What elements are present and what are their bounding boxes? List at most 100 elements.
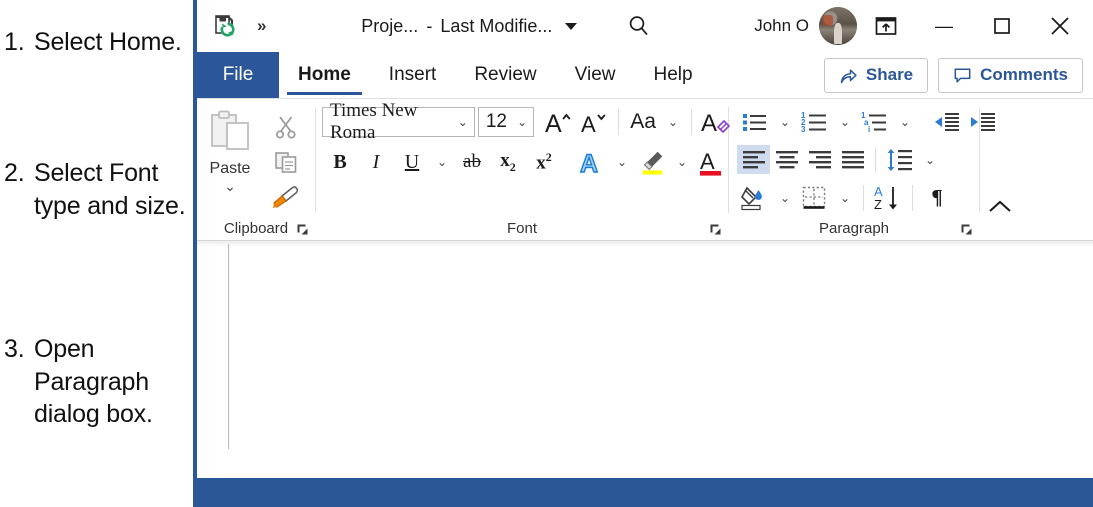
font-group-footer: Font xyxy=(316,215,728,241)
strikethrough-button[interactable]: ab xyxy=(454,146,490,178)
divider xyxy=(618,109,620,135)
step-text: Select Font type and size. xyxy=(34,159,186,220)
chevron-down-icon[interactable]: ⌄ xyxy=(918,144,942,176)
subscript-index: 2 xyxy=(509,159,516,174)
chevron-down-icon[interactable]: ⌄ xyxy=(458,115,468,130)
tab-help[interactable]: Help xyxy=(634,52,711,98)
last-modified-label: Last Modifie... xyxy=(440,15,553,36)
font-color-icon[interactable]: A xyxy=(694,146,730,178)
ribbon-group-font: Times New Roma ⌄ 12 ⌄ A A Aa ⌄ A B I U ⌄… xyxy=(316,99,747,241)
align-right-icon[interactable] xyxy=(803,145,836,174)
divider xyxy=(863,184,864,211)
tab-insert[interactable]: Insert xyxy=(370,52,456,98)
chevron-down-icon[interactable]: ⌄ xyxy=(224,178,236,195)
tab-view[interactable]: View xyxy=(556,52,635,98)
subscript-button[interactable]: x2 xyxy=(490,146,526,178)
svg-text:Z: Z xyxy=(874,197,882,212)
chevron-down-icon[interactable]: ⌄ xyxy=(610,146,634,178)
save-sync-icon[interactable] xyxy=(211,12,239,40)
title-bar-document-title: Proje... - Last Modifie... xyxy=(265,13,754,39)
svg-text:A: A xyxy=(580,150,598,177)
subscript-label: x2 xyxy=(500,149,516,174)
tab-file[interactable]: File xyxy=(197,52,279,98)
chevron-down-icon[interactable]: ⌄ xyxy=(517,115,527,129)
comments-button[interactable]: Comments xyxy=(938,57,1083,93)
chevron-down-icon[interactable]: ⌄ xyxy=(430,146,454,178)
paste-button[interactable]: Paste ⌄ xyxy=(197,105,263,195)
chevron-down-icon[interactable]: ⌄ xyxy=(773,182,797,214)
justify-icon[interactable] xyxy=(836,145,869,174)
decrease-indent-icon[interactable] xyxy=(929,106,965,138)
font-size-input[interactable]: 12 ⌄ xyxy=(477,107,535,137)
document-canvas[interactable] xyxy=(197,240,1093,478)
document-name: Proje... xyxy=(361,15,419,36)
text-effects-icon[interactable]: A xyxy=(574,146,610,178)
align-left-icon[interactable] xyxy=(737,145,770,174)
show-formatting-marks-button[interactable]: ¶ xyxy=(919,182,955,214)
bold-button[interactable]: B xyxy=(322,146,358,178)
bullet-list-icon[interactable] xyxy=(737,106,773,138)
italic-button[interactable]: I xyxy=(358,146,394,178)
chevron-down-icon[interactable]: ⌄ xyxy=(661,106,685,138)
word-window: » Proje... - Last Modifie... John O — Fi… xyxy=(193,0,1093,507)
shrink-font-icon[interactable]: A xyxy=(576,106,612,138)
font-name-value: Times New Roma xyxy=(330,100,418,143)
paragraph-dialog-launcher-icon[interactable] xyxy=(960,223,973,236)
font-name-input[interactable]: Times New Roma ⌄ xyxy=(322,100,475,143)
borders-icon[interactable] xyxy=(797,182,833,214)
chevron-down-icon[interactable]: ⌄ xyxy=(773,106,797,138)
paste-label: Paste xyxy=(209,160,251,177)
search-icon[interactable] xyxy=(626,13,652,39)
sort-az-icon[interactable]: A Z xyxy=(870,182,906,214)
avatar[interactable] xyxy=(819,7,857,45)
share-button[interactable]: Share xyxy=(823,57,929,93)
font-dialog-launcher-icon[interactable] xyxy=(709,223,722,236)
grow-font-icon[interactable]: A xyxy=(540,106,576,138)
ribbon-group-clipboard: Paste ⌄ Clipboard xyxy=(197,99,315,241)
maximize-button[interactable] xyxy=(973,0,1031,52)
chevron-down-icon[interactable]: ⌄ xyxy=(833,182,857,214)
numbered-list-icon[interactable]: 1 2 3 xyxy=(797,106,833,138)
shading-icon[interactable] xyxy=(737,182,773,214)
underline-button[interactable]: U xyxy=(394,146,430,178)
chevron-down-icon[interactable]: ⌄ xyxy=(893,106,917,138)
canvas-top-shadow xyxy=(197,241,1093,247)
align-center-icon[interactable] xyxy=(770,145,803,174)
minimize-button[interactable]: — xyxy=(915,0,973,52)
screenshot-root: 1. Select Home. 2. Select Font type and … xyxy=(0,0,1093,507)
close-button[interactable] xyxy=(1031,0,1089,52)
status-bar[interactable] xyxy=(197,478,1093,507)
chevron-down-icon[interactable] xyxy=(565,22,578,30)
paragraph-group-label: Paragraph xyxy=(818,219,890,237)
line-spacing-icon[interactable] xyxy=(882,144,918,176)
change-case-label: Aa xyxy=(630,110,656,133)
svg-text:i: i xyxy=(868,125,870,134)
svg-text:A: A xyxy=(700,149,715,174)
svg-text:A: A xyxy=(545,110,562,137)
chevron-down-icon[interactable]: ⌄ xyxy=(670,146,694,178)
ribbon-tab-bar: File Home Insert Review View Help Share xyxy=(197,52,1093,99)
chevron-down-icon[interactable]: ⌄ xyxy=(833,106,857,138)
instruction-step-2: 2. Select Font type and size. xyxy=(4,157,193,222)
underline-label: U xyxy=(404,150,420,173)
comment-bubble-icon xyxy=(953,66,972,85)
increase-indent-icon[interactable] xyxy=(965,106,1001,138)
quick-access-overflow-icon[interactable]: » xyxy=(257,16,267,36)
tab-home[interactable]: Home xyxy=(279,52,370,98)
svg-text:3: 3 xyxy=(801,125,806,134)
user-name-label[interactable]: John O xyxy=(754,16,809,36)
instructions-panel: 1. Select Home. 2. Select Font type and … xyxy=(0,0,193,507)
format-painter-icon[interactable] xyxy=(268,181,304,213)
ribbon-group-paragraph: ⌄ 1 2 3 ⌄ 1 a i ⌄ ⌄ ⌄ ⌄ A Z ¶ Paragraph xyxy=(729,99,995,241)
text-highlight-icon[interactable] xyxy=(634,146,670,178)
tab-review[interactable]: Review xyxy=(455,52,555,98)
cut-scissors-icon[interactable] xyxy=(268,111,304,143)
change-case-button[interactable]: Aa xyxy=(625,106,661,138)
clipboard-dialog-launcher-icon[interactable] xyxy=(296,223,309,236)
instruction-step-3: 3. Open Paragraph dialog box. xyxy=(4,333,193,431)
copy-icon[interactable] xyxy=(268,146,304,178)
font-size-value: 12 xyxy=(485,111,507,132)
superscript-button[interactable]: x2 xyxy=(526,146,562,178)
multilevel-list-icon[interactable]: 1 a i xyxy=(857,106,893,138)
ribbon-display-options-icon[interactable] xyxy=(857,0,915,52)
